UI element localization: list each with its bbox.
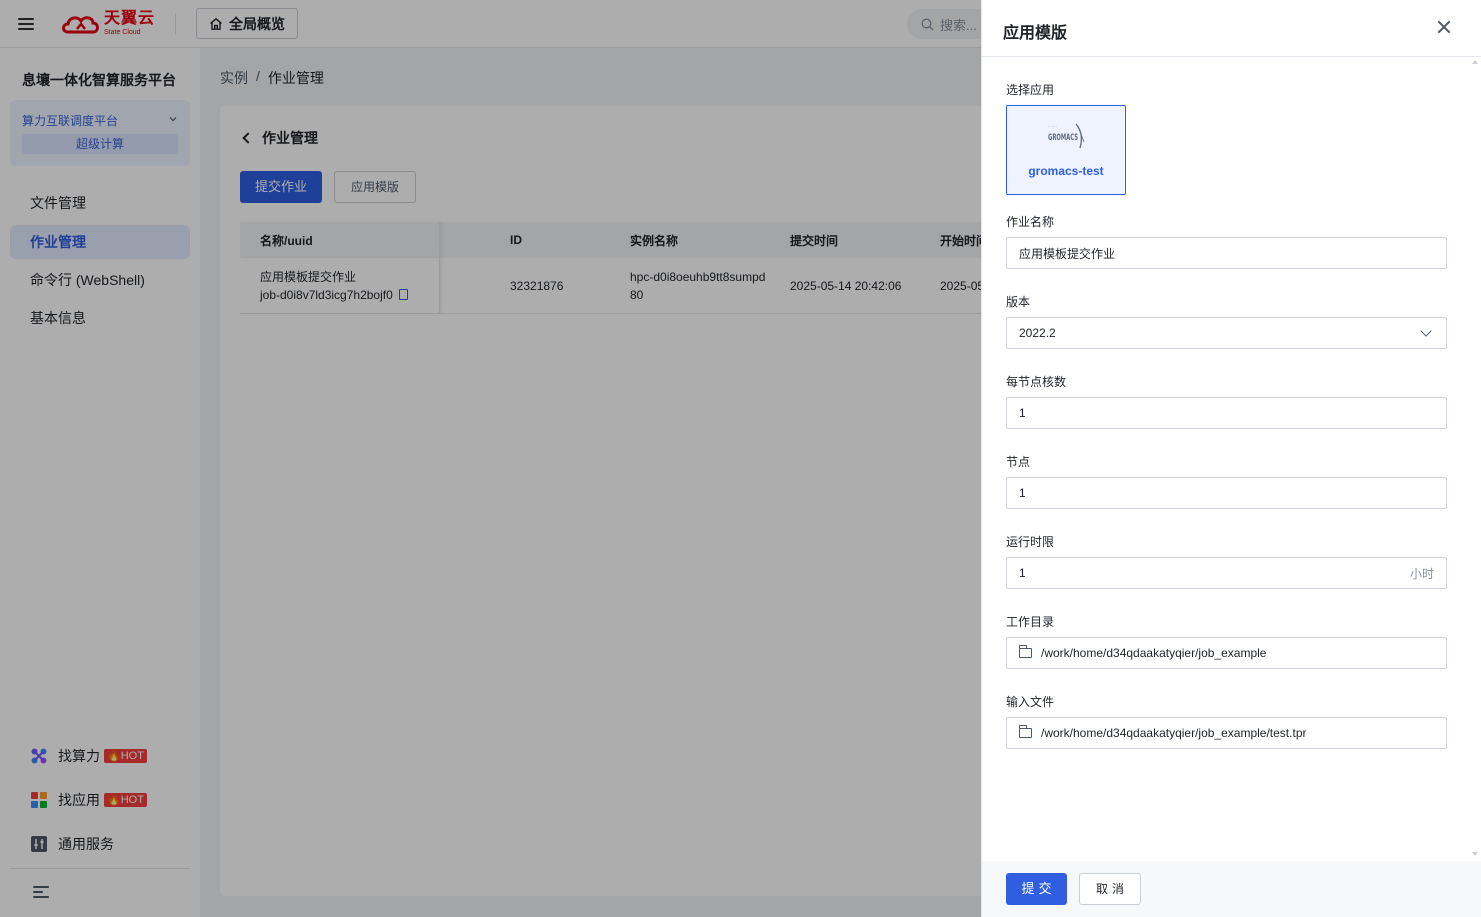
select-app-label: 选择应用 (1006, 83, 1055, 97)
submit-button[interactable]: 提交 (1006, 873, 1067, 905)
work-dir-value: /work/home/d34qdaakatyqier/job_example (1041, 646, 1267, 660)
input-file-value: /work/home/d34qdaakatyqier/job_example/t… (1041, 726, 1307, 740)
job-name-label: 作业名称 (1006, 215, 1055, 229)
gromacs-logo-icon: ....... GROMACS (1048, 123, 1085, 149)
close-icon[interactable] (1437, 20, 1451, 34)
runtime-limit-value: 1 (1019, 566, 1026, 580)
cores-per-node-input[interactable]: 1 (1006, 397, 1447, 429)
version-label: 版本 (1006, 295, 1031, 309)
version-value: 2022.2 (1019, 326, 1056, 340)
folder-icon (1019, 725, 1032, 738)
version-select[interactable]: 2022.2 (1006, 317, 1447, 349)
runtime-limit-input[interactable]: 1 小时 (1006, 557, 1447, 589)
cores-per-node-value: 1 (1019, 406, 1026, 420)
drawer-footer: 提交 取消 (982, 861, 1481, 917)
drawer-header: 应用模版 (982, 0, 1481, 57)
cancel-button[interactable]: 取消 (1079, 873, 1141, 905)
job-name-input[interactable]: 应用模板提交作业 (1006, 237, 1447, 269)
gromacs-logo-text: GROMACS (1048, 133, 1078, 143)
scroll-down-arrow[interactable] (1472, 852, 1478, 856)
scroll-up-arrow[interactable] (1472, 60, 1478, 64)
work-dir-label: 工作目录 (1006, 615, 1055, 629)
app-name: gromacs-test (1028, 164, 1104, 178)
app-template-drawer: 应用模版 选择应用 ....... GROMACS gromacs-test 作… (981, 0, 1481, 917)
nodes-label: 节点 (1006, 455, 1031, 469)
folder-icon (1019, 645, 1032, 658)
input-file-input[interactable]: /work/home/d34qdaakatyqier/job_example/t… (1006, 717, 1447, 749)
runtime-limit-label: 运行时限 (1006, 535, 1055, 549)
runtime-unit: 小时 (1409, 566, 1434, 581)
drawer-title: 应用模版 (1003, 25, 1068, 42)
cores-per-node-label: 每节点核数 (1006, 375, 1067, 389)
nodes-input[interactable]: 1 (1006, 477, 1447, 509)
app-card-gromacs[interactable]: ....... GROMACS gromacs-test (1006, 105, 1126, 195)
work-dir-input[interactable]: /work/home/d34qdaakatyqier/job_example (1006, 637, 1447, 669)
input-file-label: 输入文件 (1006, 695, 1055, 709)
job-name-value: 应用模板提交作业 (1019, 246, 1116, 261)
chevron-down-icon (1420, 325, 1432, 337)
svg-text:.......: ....... (1048, 123, 1057, 128)
nodes-value: 1 (1019, 486, 1026, 500)
